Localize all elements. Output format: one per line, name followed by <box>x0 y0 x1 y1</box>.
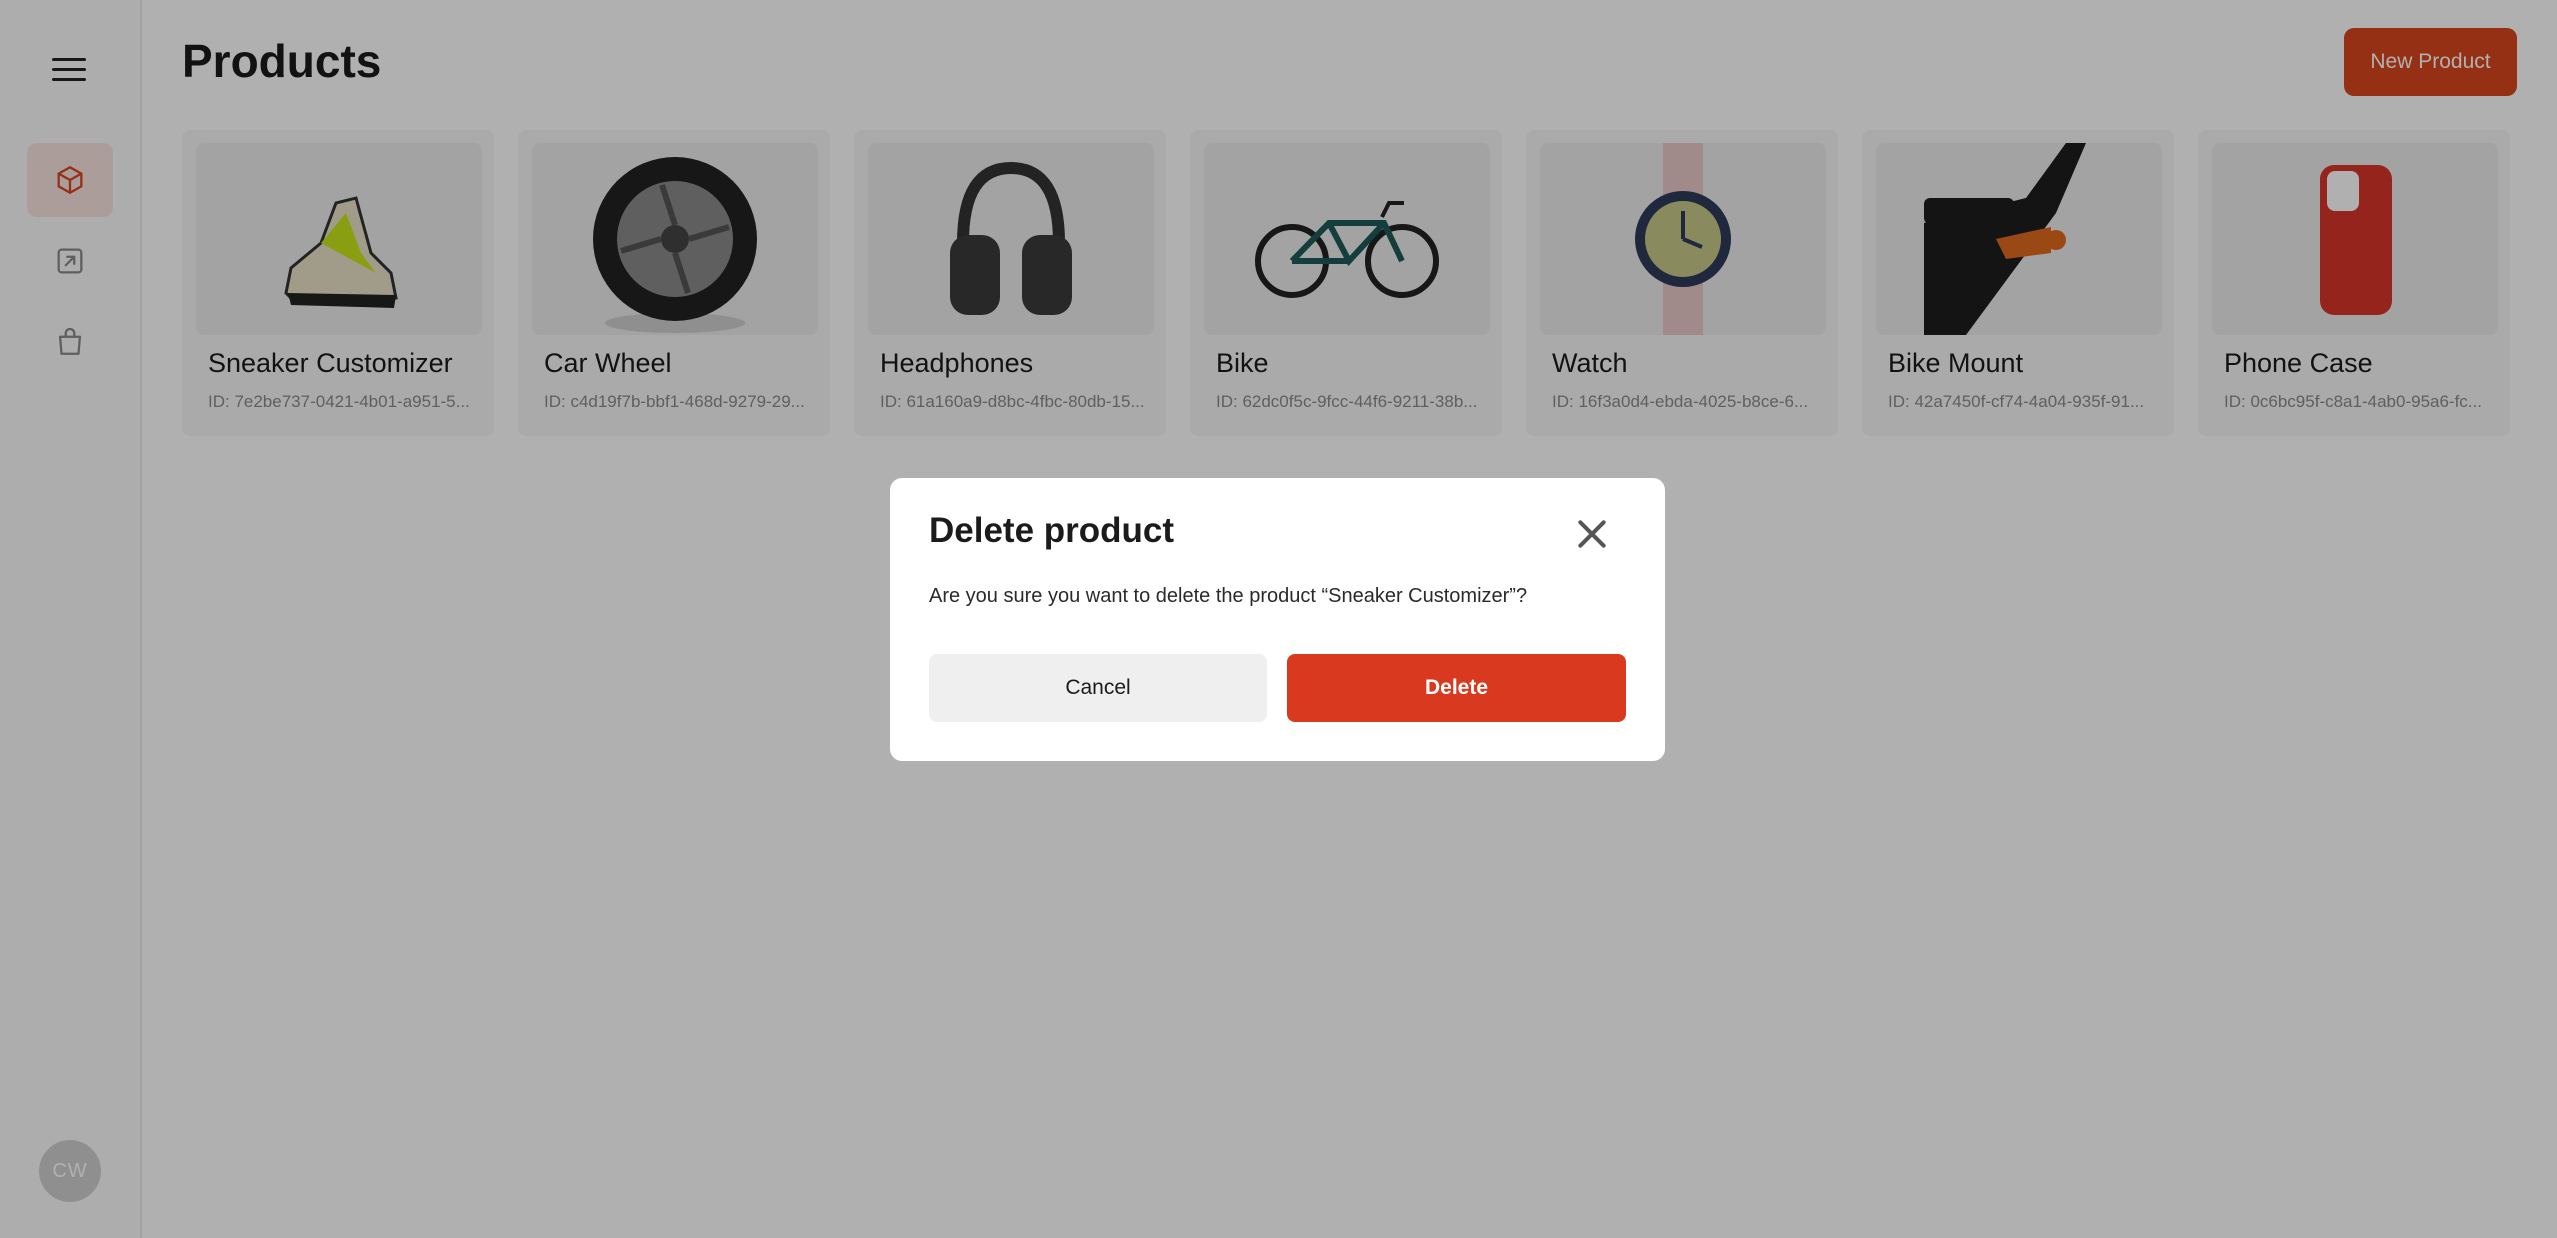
delete-button[interactable]: Delete <box>1287 654 1626 722</box>
modal-title: Delete product <box>929 511 1175 550</box>
modal-message: Are you sure you want to delete the prod… <box>929 585 1528 607</box>
delete-product-dialog: Delete product Are you sure you want to … <box>890 478 1665 761</box>
cancel-button[interactable]: Cancel <box>929 654 1267 722</box>
close-icon[interactable] <box>1572 514 1612 554</box>
